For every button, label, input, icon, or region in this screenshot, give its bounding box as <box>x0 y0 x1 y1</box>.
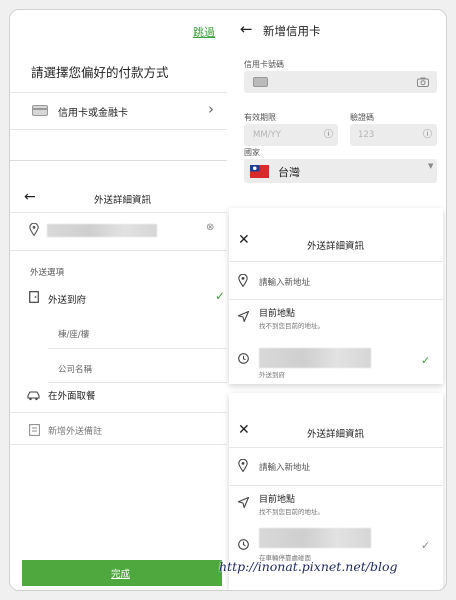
blurred-saved-address <box>259 528 371 548</box>
cvv-placeholder: 123 <box>358 130 375 140</box>
close-icon[interactable]: ✕ <box>238 422 250 438</box>
building-floor-input[interactable]: 棟/座/樓 <box>58 328 89 340</box>
expiry-label: 有效期限 <box>244 113 276 122</box>
location-pin-icon <box>238 459 248 472</box>
current-location-sub: 找不到您目前的地址。 <box>259 508 324 516</box>
taiwan-flag-icon <box>250 164 269 178</box>
pickup-outside-label: 在外面取餐 <box>48 391 96 402</box>
delivery-right-1-title: 外送詳細資訊 <box>307 241 365 252</box>
cvv-input[interactable]: 123 ⓘ <box>350 124 437 146</box>
saved-address-row[interactable]: 外送到府 ✓ <box>229 342 443 382</box>
card-placeholder-icon <box>253 77 268 87</box>
blurred-saved-address <box>259 348 371 368</box>
country-value: 台灣 <box>278 166 300 179</box>
address-row[interactable]: ⊗ <box>10 213 227 249</box>
add-note-label: 新增外送備註 <box>48 427 103 437</box>
screenshot-frame: 跳過 請選擇您偏好的付款方式 信用卡或金融卡 › ← 新增信用卡 信用卡號碼 有… <box>9 9 447 591</box>
delivery-left-title: 外送詳細資訊 <box>94 195 152 206</box>
note-edit-icon <box>29 424 40 436</box>
saved-address-sub: 外送到府 <box>259 371 285 379</box>
location-pin-icon <box>238 274 248 287</box>
new-address-input[interactable]: 請輸入新地址 <box>229 262 443 298</box>
new-address-input[interactable]: 請輸入新地址 <box>229 448 443 484</box>
delivery-right-2-title: 外送詳細資訊 <box>307 429 365 440</box>
current-location-row[interactable]: 目前地點 找不到您目前的地址。 <box>229 300 443 334</box>
back-arrow-icon[interactable]: ← <box>240 20 253 38</box>
clear-icon[interactable]: ⊗ <box>206 222 214 233</box>
credit-card-option[interactable]: 信用卡或金融卡 › <box>10 93 227 129</box>
watermark-text: http://inonat.pixnet.net/blog <box>219 559 398 574</box>
current-location-title: 目前地點 <box>259 309 296 319</box>
deliver-to-door-option[interactable]: 外送到府 ✓ <box>10 288 227 310</box>
back-arrow-icon[interactable]: ← <box>24 189 36 205</box>
payment-method-screen: 跳過 請選擇您偏好的付款方式 信用卡或金融卡 › <box>10 10 227 160</box>
close-icon[interactable]: ✕ <box>238 232 250 248</box>
location-pin-icon <box>29 223 39 236</box>
payment-title: 請選擇您偏好的付款方式 <box>31 65 169 80</box>
country-label: 國家 <box>244 148 260 157</box>
chevron-right-icon: › <box>208 100 214 118</box>
expiry-input[interactable]: MM/YY ⓘ <box>244 124 338 146</box>
done-button[interactable]: 完成 <box>22 560 222 586</box>
car-icon <box>27 391 40 401</box>
new-address-placeholder: 請輸入新地址 <box>259 278 311 288</box>
expiry-placeholder: MM/YY <box>253 130 281 140</box>
delivery-options-label: 外送選項 <box>30 268 65 278</box>
add-note-row[interactable]: 新增外送備註 <box>10 418 227 442</box>
door-icon <box>29 291 39 303</box>
clock-icon <box>238 539 249 550</box>
deliver-to-door-label: 外送到府 <box>48 295 87 306</box>
delivery-details-left: ← 外送詳細資訊 ⊗ 外送選項 外送到府 ✓ 棟/座/樓 公司名稱 在外面取餐 … <box>10 160 227 590</box>
add-card-screen: ← 新增信用卡 信用卡號碼 有效期限 MM/YY ⓘ 驗證碼 123 ⓘ 國家 <box>229 10 446 200</box>
done-button-label: 完成 <box>111 569 131 580</box>
navigation-arrow-icon <box>238 497 249 508</box>
skip-link[interactable]: 跳過 <box>193 24 215 40</box>
current-location-sub: 找不到您目前的地址。 <box>259 322 324 330</box>
blurred-address <box>47 224 157 237</box>
card-number-input[interactable] <box>244 71 437 93</box>
pickup-outside-option[interactable]: 在外面取餐 <box>10 385 227 407</box>
navigation-arrow-icon <box>238 311 249 322</box>
credit-card-option-label: 信用卡或金融卡 <box>58 108 128 119</box>
info-icon[interactable]: ⓘ <box>324 127 333 140</box>
clock-icon <box>238 353 249 364</box>
checkmark-icon: ✓ <box>421 354 431 367</box>
add-card-title: 新增信用卡 <box>263 24 321 38</box>
card-number-label: 信用卡號碼 <box>244 60 284 69</box>
cvv-label: 驗證碼 <box>350 113 374 122</box>
info-icon[interactable]: ⓘ <box>423 127 432 140</box>
checkmark-icon: ✓ <box>215 289 226 303</box>
new-address-placeholder: 請輸入新地址 <box>259 463 311 473</box>
delivery-details-right-1: ✕ 外送詳細資訊 請輸入新地址 目前地點 找不到您目前的地址。 外送到府 ✓ <box>229 208 443 384</box>
current-location-row[interactable]: 目前地點 找不到您目前的地址。 <box>229 486 443 520</box>
company-name-input[interactable]: 公司名稱 <box>58 363 92 375</box>
camera-icon[interactable] <box>417 77 429 87</box>
dropdown-triangle-icon: ▼ <box>428 162 434 170</box>
country-select[interactable]: 台灣 ▼ <box>244 159 437 183</box>
credit-card-icon <box>32 105 48 116</box>
current-location-title: 目前地點 <box>259 495 296 505</box>
checkmark-icon: ✓ <box>421 539 431 552</box>
